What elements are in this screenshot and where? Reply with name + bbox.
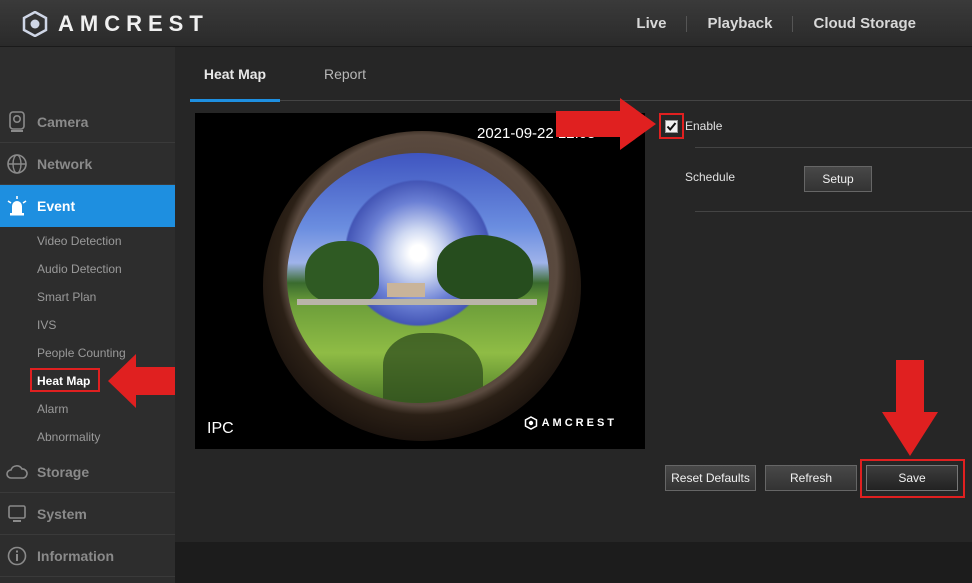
- divider: [695, 147, 972, 148]
- sidebar-item-storage[interactable]: Storage: [0, 451, 175, 493]
- sidebar-sub-video-detection[interactable]: Video Detection: [37, 234, 122, 248]
- amcrest-logo[interactable]: AMCREST: [22, 11, 209, 37]
- video-watermark: AMCREST: [524, 416, 617, 430]
- info-icon: [6, 545, 28, 567]
- brand-name: AMCREST: [58, 11, 209, 36]
- video-channel-label: IPC: [207, 420, 234, 437]
- sidebar-item-information[interactable]: Information: [0, 535, 175, 577]
- amcrest-logo-icon: [22, 11, 48, 37]
- sidebar-item-label: Network: [37, 155, 93, 172]
- top-header: AMCREST Live Playback Cloud Storage: [0, 0, 972, 47]
- camera-icon: [6, 110, 28, 133]
- fisheye-lens-view: [287, 153, 549, 403]
- nav-cloud-storage[interactable]: Cloud Storage: [793, 15, 972, 32]
- road: [297, 299, 537, 305]
- sidebar-sub-abnormality[interactable]: Abnormality: [37, 430, 100, 444]
- nav-live[interactable]: Live: [616, 15, 688, 32]
- red-arrow-left-icon: [108, 354, 180, 408]
- globe-icon: [6, 153, 28, 175]
- ground-shadow: [383, 333, 483, 403]
- amcrest-watermark-icon: [524, 416, 537, 430]
- sidebar-item-camera[interactable]: Camera: [0, 101, 175, 143]
- sidebar-sub-heat-map[interactable]: Heat Map: [30, 368, 100, 392]
- tab-report[interactable]: Report: [324, 47, 366, 101]
- red-arrow-right-icon: [556, 98, 656, 150]
- alarm-icon: [6, 195, 28, 217]
- sidebar-sub-alarm[interactable]: Alarm: [37, 402, 68, 416]
- sidebar-sub-ivs[interactable]: IVS: [37, 318, 56, 332]
- refresh-button[interactable]: Refresh: [765, 465, 857, 491]
- sidebar-sub-audio-detection[interactable]: Audio Detection: [37, 262, 122, 276]
- enable-checkbox[interactable]: [665, 119, 678, 133]
- nav-playback[interactable]: Playback: [687, 15, 794, 32]
- sidebar-item-event[interactable]: Event: [0, 185, 184, 227]
- sidebar-item-network[interactable]: Network: [0, 143, 175, 185]
- fisheye-image: [263, 131, 581, 441]
- footer-bar: [175, 542, 972, 583]
- tab-bar: Heat Map Report: [190, 47, 972, 102]
- setup-button[interactable]: Setup: [804, 166, 872, 192]
- checkmark-icon: [666, 121, 677, 131]
- house: [387, 283, 425, 297]
- sidebar-sub-smart-plan[interactable]: Smart Plan: [37, 290, 96, 304]
- sidebar-item-label: Information: [37, 547, 114, 564]
- red-arrow-down-icon: [882, 360, 938, 456]
- sidebar: Camera Network Event Video Detection Aud…: [0, 47, 184, 583]
- reset-defaults-button[interactable]: Reset Defaults: [665, 465, 756, 491]
- tree-left: [305, 241, 379, 303]
- sidebar-item-label: Camera: [37, 113, 89, 130]
- tree-right: [437, 235, 533, 301]
- top-nav: Live Playback Cloud Storage: [616, 0, 972, 47]
- sidebar-item-system[interactable]: System: [0, 493, 175, 535]
- sidebar-item-label: Event: [37, 198, 76, 214]
- cloud-icon: [6, 461, 28, 483]
- sidebar-item-label: System: [37, 505, 87, 522]
- monitor-icon: [6, 503, 28, 525]
- divider: [695, 211, 972, 212]
- watermark-text: AMCREST: [541, 417, 617, 429]
- tab-heat-map[interactable]: Heat Map: [190, 47, 280, 102]
- enable-highlight: [659, 113, 684, 139]
- live-video-preview: 2021-09-22 12:05 IPC AMCREST: [195, 113, 645, 449]
- schedule-label: Schedule: [685, 170, 736, 184]
- sidebar-item-label: Storage: [37, 463, 90, 480]
- save-button[interactable]: Save: [866, 465, 958, 491]
- enable-label: Enable: [685, 119, 723, 133]
